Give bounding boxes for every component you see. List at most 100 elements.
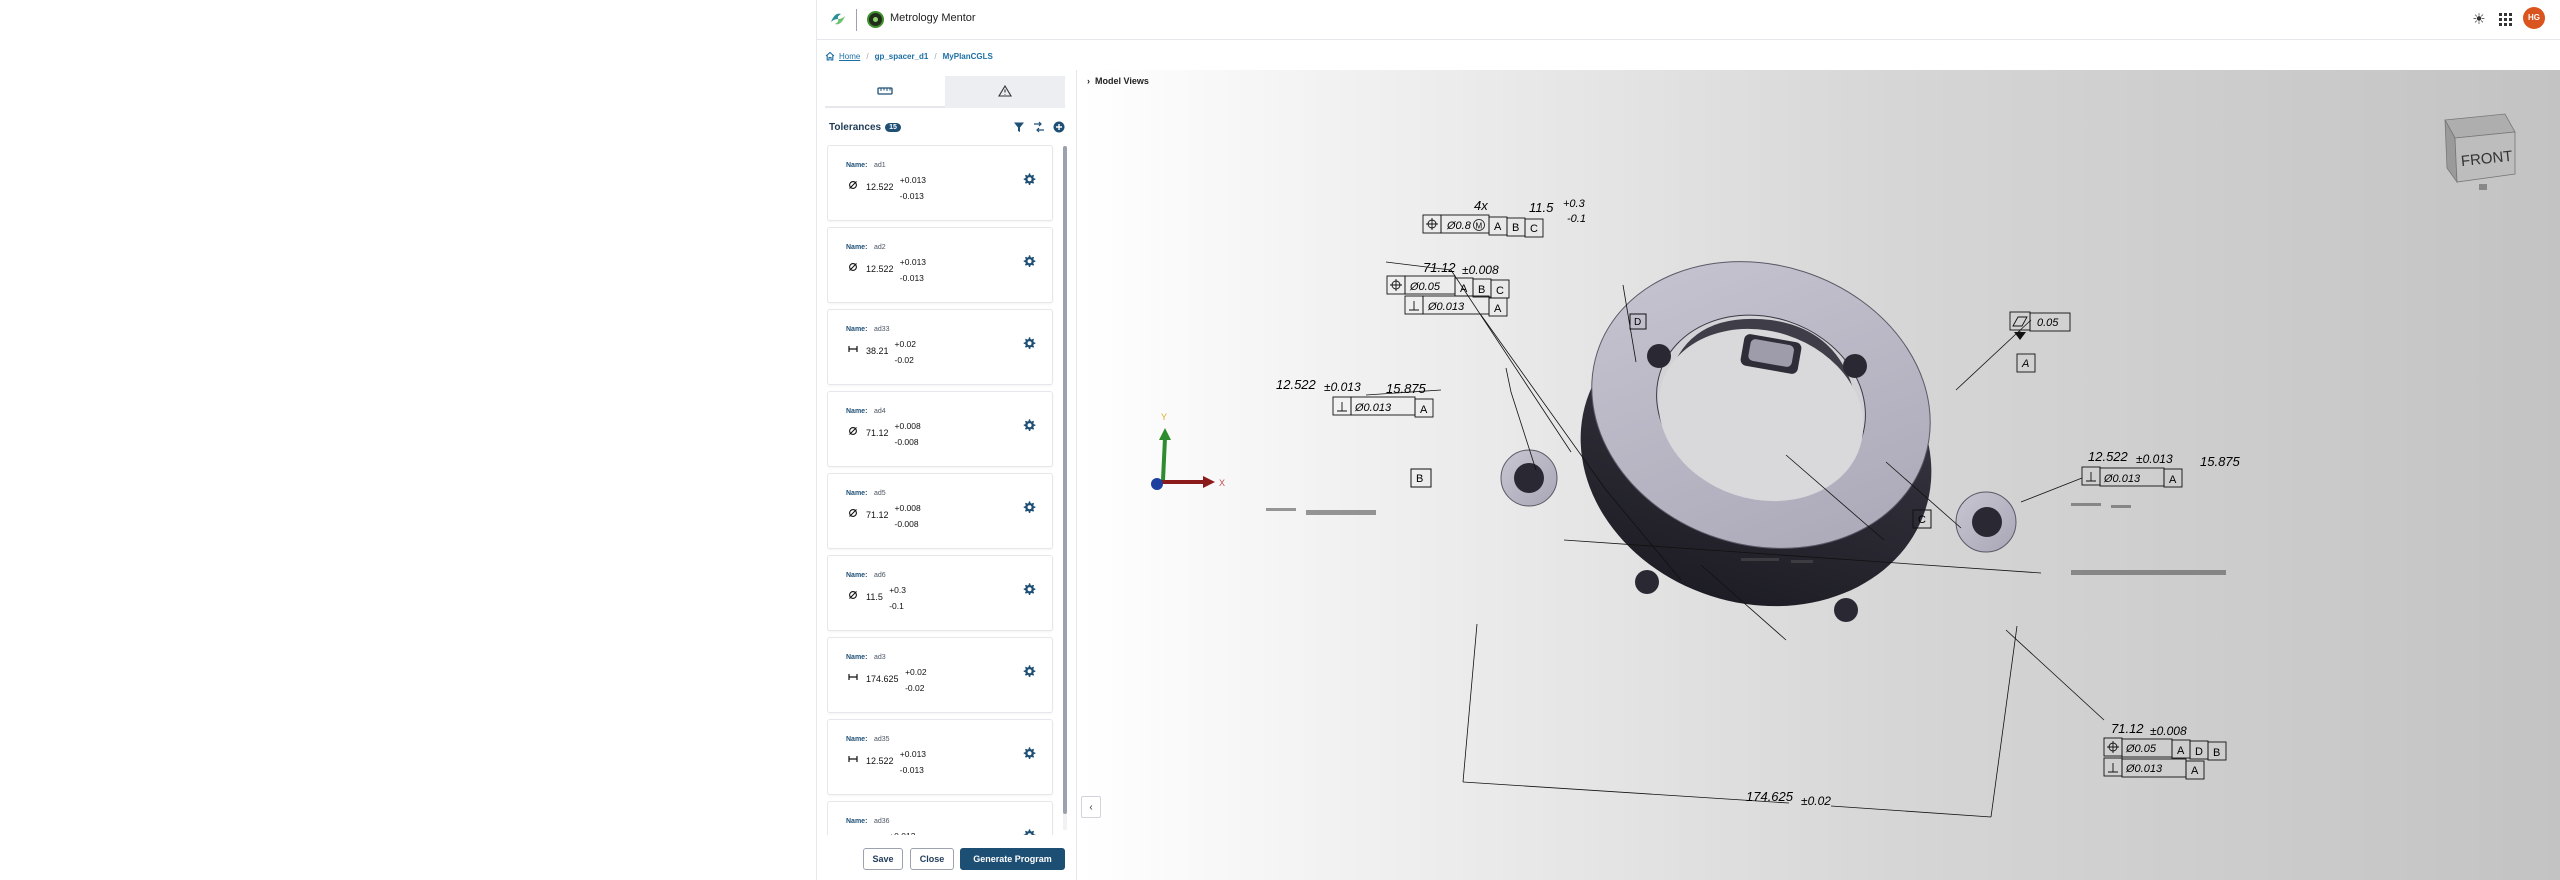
perp-tol-label: Ø0.013 <box>1427 301 1465 313</box>
datum-c-marker: C <box>1918 514 1926 526</box>
datum-c-label: C <box>1496 285 1504 297</box>
tolerance-upper: +0.008 <box>894 421 921 431</box>
tolerance-upper: +0.3 <box>889 585 906 595</box>
linear-dimension-icon <box>848 344 858 354</box>
datum-a-label: A <box>1494 303 1502 315</box>
tolerance-name-value: ad33 <box>874 326 890 333</box>
app-launcher-grid-icon[interactable] <box>2497 11 2513 27</box>
breadcrumb-part-link[interactable]: gp_spacer_d1 <box>875 52 929 61</box>
tolerance-upper: +0.013 <box>899 175 927 185</box>
tolerance-name-label: Name: <box>846 244 868 251</box>
tolerance-list[interactable]: Name: ad1 12.522 +0.013 -0.013 Name: ad2 12.522… <box>827 145 1059 835</box>
annotation-flatness[interactable]: 0.05 A <box>2009 311 2071 373</box>
collapse-panel-button[interactable]: ‹ <box>1081 796 1101 818</box>
panel-tabs <box>825 76 1065 108</box>
right-tol-label: ±0.013 <box>2136 452 2173 466</box>
tolerance-card[interactable]: Name: ad33 38.21 +0.02 -0.02 <box>827 309 1053 385</box>
tolerances-header: Tolerances 15 <box>829 118 1065 136</box>
gear-icon[interactable] <box>1022 336 1036 350</box>
tolerance-name-label: Name: <box>846 654 868 661</box>
tolerance-nominal: 38.21 <box>866 346 889 356</box>
tab-warnings[interactable] <box>945 76 1065 108</box>
view-cube[interactable]: FRONT <box>2441 112 2519 194</box>
mmc-label: M <box>1476 222 1483 231</box>
diameter-icon <box>848 508 858 518</box>
datum-b-label: B <box>1512 222 1519 234</box>
gear-icon[interactable] <box>1022 664 1036 678</box>
user-avatar[interactable]: HG <box>2523 7 2545 29</box>
filter-icon[interactable] <box>1013 121 1025 133</box>
tolerance-card[interactable]: Name: ad6 11.5 +0.3 -0.1 <box>827 555 1053 631</box>
datum-d-marker: D <box>1634 317 1641 328</box>
tolerance-name-label: Name: <box>846 326 868 333</box>
brand-logo-icon[interactable] <box>829 10 847 28</box>
tolerance-name-label: Name: <box>846 818 868 825</box>
tolerance-name-value: ad35 <box>874 736 890 743</box>
hole-diameter-label: 11.5 <box>1529 200 1554 215</box>
tolerance-card[interactable]: Name: ad2 12.522 +0.013 -0.013 <box>827 227 1053 303</box>
part-body[interactable] <box>1500 219 2017 651</box>
gear-icon[interactable] <box>1022 746 1036 760</box>
annotation-bottom-right[interactable]: 71.12 ±0.008 Ø0.05 A D B Ø0.013 A <box>2103 721 2227 780</box>
tolerance-upper: +0.008 <box>894 503 921 513</box>
tolerance-card[interactable]: Name: ad5 71.12 +0.008 -0.008 <box>827 473 1053 549</box>
overall-length-label: 174.625 <box>1746 789 1794 804</box>
gear-icon[interactable] <box>1022 254 1036 268</box>
gear-icon[interactable] <box>1022 582 1036 596</box>
overall-length-tol-label: ±0.02 <box>1801 794 1831 808</box>
save-button[interactable]: Save <box>863 848 903 870</box>
add-tolerance-icon[interactable] <box>1053 121 1065 133</box>
gear-icon[interactable] <box>1022 418 1036 432</box>
breadcrumb-home-link[interactable]: Home <box>839 52 860 61</box>
flatness-label: 0.05 <box>2037 317 2059 329</box>
tolerance-card[interactable]: Name: ad3 174.625 +0.02 -0.02 <box>827 637 1053 713</box>
tolerance-nominal: 12.522 <box>866 756 894 766</box>
tolerance-card[interactable]: Name: ad35 12.522 +0.013 -0.013 <box>827 719 1053 795</box>
breadcrumb-separator: / <box>866 51 869 61</box>
perp-tol-label: Ø0.013 <box>1354 402 1392 414</box>
pos-tol-1-label: Ø0.8 <box>1446 220 1472 232</box>
tab-dimensions[interactable] <box>825 76 945 108</box>
tolerance-card[interactable]: Name: ad36 +0.013 <box>827 801 1053 835</box>
app-icon <box>867 11 884 28</box>
tolerances-title: Tolerances <box>829 121 882 133</box>
annotation-left-hole[interactable]: 12.522 ±0.013 15.875 Ø0.013 A <box>1276 377 1434 418</box>
annotation-hole-pattern[interactable]: 4x 11.5 +0.3 -0.1 Ø0.8 M A B C <box>1422 198 1586 238</box>
tolerance-card[interactable]: Name: ad1 12.522 +0.013 -0.013 <box>827 145 1053 221</box>
tolerance-lower: -0.013 <box>899 765 924 775</box>
tolerance-card[interactable]: Name: ad4 71.12 +0.008 -0.008 <box>827 391 1053 467</box>
generate-program-button[interactable]: Generate Program <box>960 848 1065 870</box>
gear-icon[interactable] <box>1022 828 1036 835</box>
linear-dimension-icon <box>848 754 858 764</box>
annotation-right-hole[interactable]: 12.522 ±0.013 15.875 Ø0.013 A <box>2081 449 2241 488</box>
theme-toggle-sun-icon[interactable]: ☀ <box>2469 10 2489 30</box>
datum-b-label: B <box>1478 284 1485 296</box>
left-dia-label: 12.522 <box>1276 377 1317 392</box>
axis-y-label: Y <box>1161 412 1167 422</box>
tolerance-name-value: ad6 <box>874 572 886 579</box>
tolerance-list-scrollbar[interactable] <box>1063 146 1067 830</box>
annotation-overall-length[interactable]: 174.625 ±0.02 <box>1746 789 1831 808</box>
gear-icon[interactable] <box>1022 500 1036 514</box>
datum-a-label: A <box>2177 745 2185 757</box>
datum-a-label: A <box>1494 221 1502 233</box>
close-button[interactable]: Close <box>910 848 954 870</box>
tolerance-name-value: ad1 <box>874 162 886 169</box>
tolerance-lower: -0.008 <box>894 519 919 529</box>
gear-icon[interactable] <box>1022 172 1036 186</box>
diameter-icon <box>848 590 858 600</box>
pos-tol-2-label: Ø0.05 <box>1409 281 1441 293</box>
annotation-bore[interactable]: 71.12 ±0.008 Ø0.05 A B C Ø0.013 A <box>1386 260 1510 317</box>
sort-settings-icon[interactable] <box>1033 121 1045 133</box>
tolerance-name-value: ad36 <box>874 818 890 825</box>
left-tol-label: ±0.013 <box>1324 380 1361 394</box>
hole-lower-tol-label: -0.1 <box>1567 213 1586 225</box>
tolerance-nominal: 12.522 <box>866 182 894 192</box>
breadcrumb-separator: / <box>934 51 937 61</box>
axis-x-label: X <box>1219 478 1225 488</box>
breadcrumb-plan-link[interactable]: MyPlanCGLS <box>943 52 993 61</box>
model-viewer[interactable]: › Model Views 4x 11.5 +0.3 -0.1 Ø0.8 M A… <box>1081 70 2560 880</box>
datum-a-label: A <box>1420 404 1428 416</box>
pos-tol-2-label: Ø0.05 <box>2125 743 2157 755</box>
cad-scene[interactable]: 4x 11.5 +0.3 -0.1 Ø0.8 M A B C 71.12 ±0.… <box>1081 70 2560 880</box>
